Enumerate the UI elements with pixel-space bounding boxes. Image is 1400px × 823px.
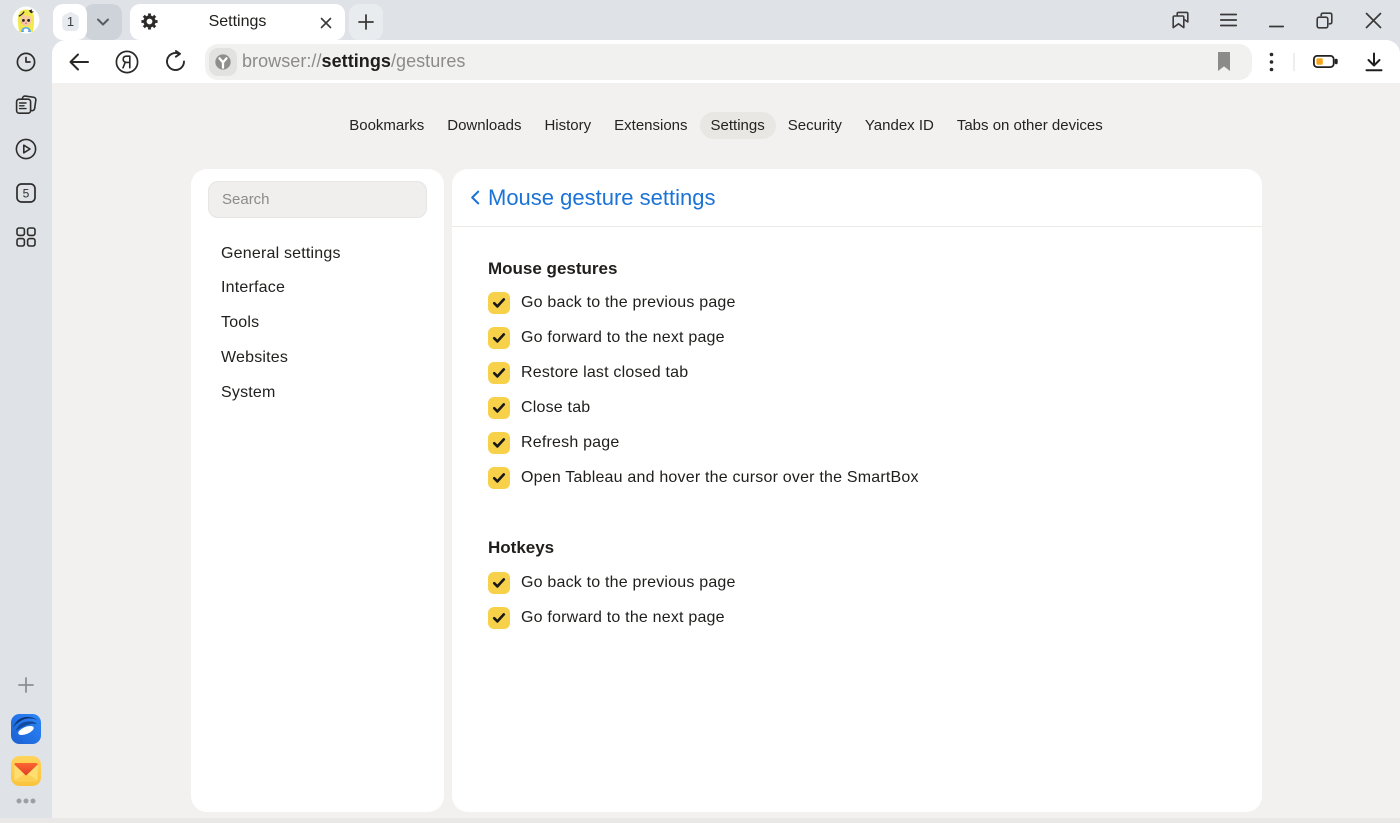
svg-text:5: 5 xyxy=(23,186,30,200)
svg-text:1: 1 xyxy=(67,14,74,29)
